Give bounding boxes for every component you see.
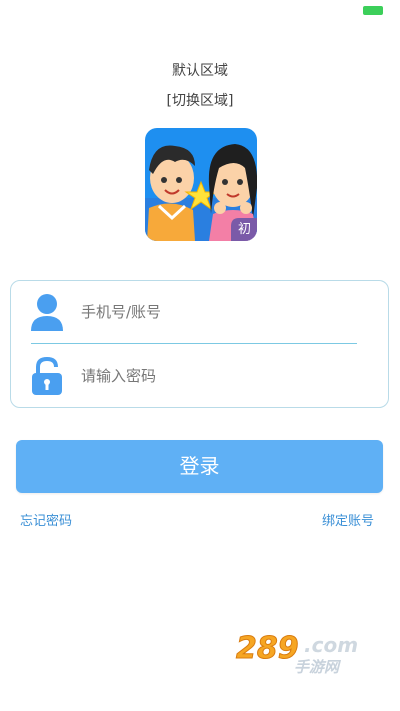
user-icon [31, 294, 63, 331]
region-label: 默认区域 [172, 63, 228, 79]
logo-badge: 初 [237, 222, 251, 237]
bind-account-link[interactable]: 绑定账号 [322, 510, 374, 529]
battery-icon [363, 6, 383, 15]
username-row [11, 281, 388, 343]
login-form [10, 280, 389, 408]
svg-text:手游网: 手游网 [294, 658, 342, 676]
svg-text:.com: .com [304, 633, 358, 657]
padlock-icon [32, 356, 62, 395]
forgot-password-link[interactable]: 忘记密码 [20, 510, 72, 529]
password-input[interactable] [79, 366, 343, 386]
svg-text:289: 289 [236, 631, 299, 666]
username-input[interactable] [79, 302, 343, 322]
password-row [11, 345, 388, 407]
switch-region-link[interactable]: [切换区域] [0, 90, 400, 110]
field-divider [31, 343, 357, 344]
app-logo: 初 [145, 128, 257, 241]
login-button[interactable]: 登录 [16, 440, 383, 493]
watermark-logo: 289 .com 手游网 [232, 628, 382, 677]
